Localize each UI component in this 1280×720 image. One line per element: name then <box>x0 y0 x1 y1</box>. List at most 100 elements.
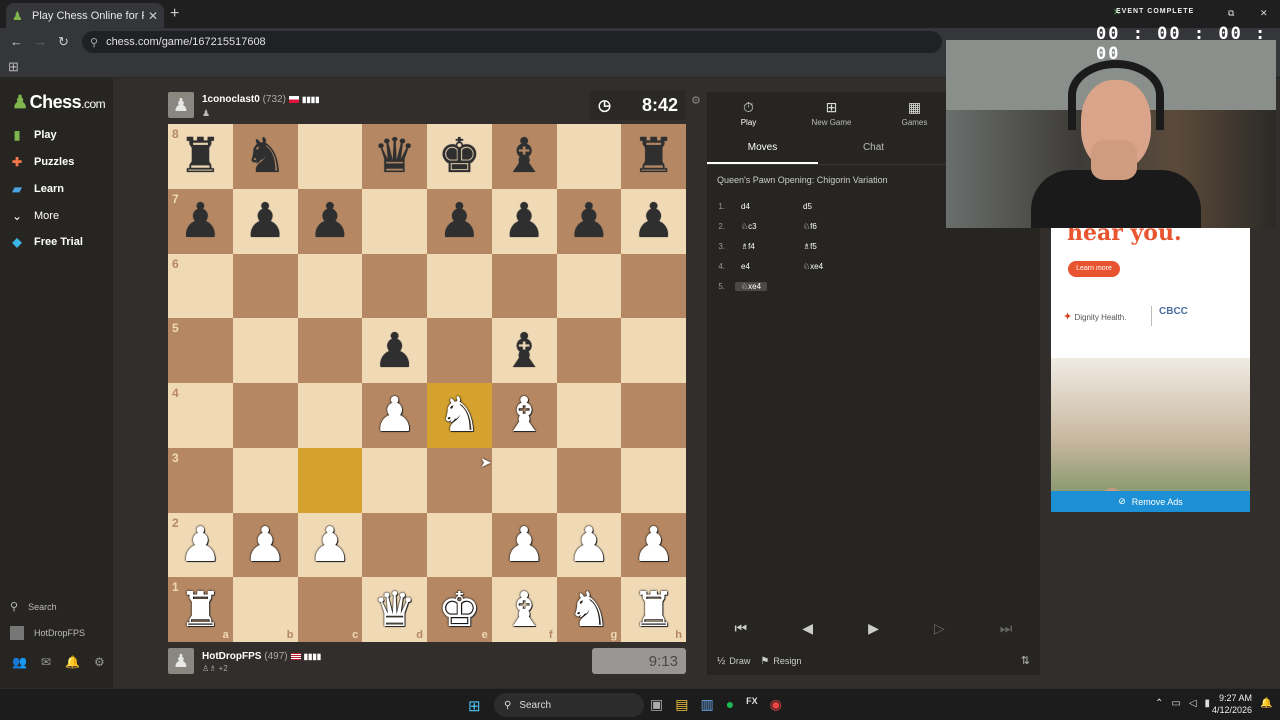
square-g4[interactable] <box>556 383 622 448</box>
black-move[interactable]: ♗f5 <box>797 242 859 251</box>
sidebar-user[interactable]: HotDropFPS <box>10 626 85 640</box>
black-pawn-icon[interactable]: ♟ <box>373 327 416 375</box>
square-e4[interactable]: ♞ <box>427 383 492 448</box>
square-g5[interactable] <box>556 318 622 383</box>
square-f5[interactable]: ♝ <box>491 318 557 383</box>
spotify-icon[interactable]: ● <box>726 696 734 713</box>
square-g1[interactable]: g ♞ <box>556 577 622 642</box>
square-c2[interactable]: ♟ <box>297 512 363 578</box>
square-c4[interactable] <box>297 383 363 448</box>
black-pawn-icon[interactable]: ♟ <box>438 197 481 245</box>
square-f1[interactable]: f ♝ <box>491 577 557 642</box>
battery-icon[interactable]: ▮ <box>1205 698 1211 709</box>
white-bishop-icon[interactable]: ♝ <box>503 586 546 634</box>
square-g6[interactable] <box>556 253 622 319</box>
black-move[interactable]: d5 <box>797 202 859 211</box>
chess-logo[interactable]: ♟ Chess.com <box>12 92 106 113</box>
square-b3[interactable] <box>232 447 298 513</box>
white-move[interactable]: ♘xe4 <box>735 281 767 291</box>
url-field[interactable]: ⚲ chess.com/game/167215517608 <box>82 31 942 53</box>
square-e5[interactable] <box>427 318 492 383</box>
square-a7[interactable]: 7 ♟ <box>168 188 233 254</box>
tab-chat[interactable]: Chat <box>818 137 929 164</box>
square-b4[interactable] <box>232 383 298 448</box>
black-rook-icon[interactable]: ♜ <box>632 132 675 180</box>
white-rook-icon[interactable]: ♜ <box>632 586 675 634</box>
white-pawn-icon[interactable]: ♟ <box>373 391 416 439</box>
white-move[interactable]: d4 <box>735 202 797 211</box>
sidebar-item-puzzles[interactable]: ✚ Puzzles <box>10 155 74 169</box>
square-c5[interactable] <box>297 318 363 383</box>
back-icon[interactable]: ← <box>10 34 23 49</box>
notepad-icon[interactable]: ▥ <box>700 696 713 713</box>
board-settings-gear-icon[interactable]: ⚙ <box>691 94 701 107</box>
square-d6[interactable] <box>362 253 427 319</box>
white-move[interactable]: e4 <box>735 262 797 271</box>
messages-icon[interactable]: ✉ <box>41 655 51 669</box>
taskbar-search[interactable]: ⚲ Search <box>494 693 644 717</box>
apps-grid-icon[interactable]: ⊞ <box>8 59 19 75</box>
black-bishop-icon[interactable]: ♝ <box>503 132 546 180</box>
opponent-name-line[interactable]: 1conoclast0 (732) ▮▮▮▮ <box>202 94 320 105</box>
square-f3[interactable] <box>491 447 557 513</box>
file-explorer-icon[interactable]: ▤ <box>675 696 688 713</box>
square-b5[interactable] <box>232 318 298 383</box>
square-a8[interactable]: 8 ♜ <box>168 124 233 189</box>
black-knight-icon[interactable]: ♞ <box>244 132 287 180</box>
play-moves-icon[interactable]: ▶ <box>868 620 879 637</box>
square-h2[interactable]: ♟ <box>621 512 686 578</box>
square-e8[interactable]: ♚ <box>427 124 492 189</box>
white-rook-icon[interactable]: ♜ <box>179 586 222 634</box>
black-bishop-icon[interactable]: ♝ <box>503 327 546 375</box>
square-d4[interactable]: ♟ <box>362 383 427 448</box>
square-f2[interactable]: ♟ <box>491 512 557 578</box>
black-king-icon[interactable]: ♚ <box>438 132 481 180</box>
square-d3[interactable] <box>362 447 427 513</box>
reload-icon[interactable]: ↻ <box>58 34 69 50</box>
square-f8[interactable]: ♝ <box>491 124 557 189</box>
square-c7[interactable]: ♟ <box>297 188 363 254</box>
site-info-icon[interactable]: ⚲ <box>90 36 98 49</box>
windows-start-icon[interactable]: ⊞ <box>468 697 481 715</box>
white-queen-icon[interactable]: ♛ <box>373 586 416 634</box>
draw-button[interactable]: ½ Draw <box>717 656 750 667</box>
network-icon[interactable]: ▭ <box>1171 698 1180 709</box>
square-h3[interactable] <box>621 447 686 513</box>
square-e6[interactable] <box>427 253 492 319</box>
forward-icon[interactable]: → <box>34 34 47 49</box>
black-pawn-icon[interactable]: ♟ <box>632 197 675 245</box>
square-h4[interactable] <box>621 383 686 448</box>
player-avatar[interactable]: ♟ <box>168 648 194 674</box>
black-move[interactable]: ♘f6 <box>797 222 859 231</box>
square-g2[interactable]: ♟ <box>556 512 622 578</box>
clock-date[interactable]: 9:27 AM 4/12/2026 <box>1212 692 1252 716</box>
chess-board[interactable]: 8 ♜ ♞ ♛ ♚ ♝ ♜ 7 ♟ ♟ ♟ ♟ ♟ ♟ ♟ 6 5 ♟ ♝ 4 ♟ ♞ ♝ 3 2 ♟ ♟ ♟ ♟ ♟ ♟ 1 a ♜ b c d ♛ e ♚… <box>168 124 686 642</box>
square-b2[interactable]: ♟ <box>232 512 298 578</box>
square-h6[interactable] <box>621 253 686 319</box>
black-rook-icon[interactable]: ♜ <box>179 132 222 180</box>
white-pawn-icon[interactable]: ♟ <box>179 521 222 569</box>
tray-chevron-up-icon[interactable]: ⌃ <box>1155 698 1163 709</box>
flip-board-icon[interactable]: ⇅ <box>1021 654 1030 667</box>
black-pawn-icon[interactable]: ♟ <box>308 197 351 245</box>
last-move-icon[interactable]: ⏭ <box>1000 620 1013 637</box>
square-f6[interactable] <box>491 253 557 319</box>
volume-icon[interactable]: ◁ <box>1189 698 1197 709</box>
white-king-icon[interactable]: ♚ <box>438 586 481 634</box>
square-d5[interactable]: ♟ <box>362 318 427 383</box>
sidebar-item-free-trial[interactable]: ◆ Free Trial <box>10 235 83 249</box>
tab-games[interactable]: ▦ Games <box>873 92 956 134</box>
square-c6[interactable] <box>297 253 363 319</box>
sidebar-item-more[interactable]: ⌄ More <box>10 209 59 223</box>
square-c8[interactable] <box>297 124 363 189</box>
hud-fx-icon[interactable]: FX <box>746 696 758 713</box>
square-c1[interactable]: c <box>297 577 363 642</box>
black-pawn-icon[interactable]: ♟ <box>179 197 222 245</box>
square-a6[interactable]: 6 <box>168 253 233 319</box>
square-b8[interactable]: ♞ <box>232 124 298 189</box>
square-a2[interactable]: 2 ♟ <box>168 512 233 578</box>
square-h1[interactable]: h ♜ <box>621 577 686 642</box>
notifications-icon[interactable]: 🔔 <box>65 655 80 669</box>
next-move-icon[interactable]: ▷ <box>934 620 945 637</box>
popout-icon[interactable]: ⧉ <box>1228 8 1234 19</box>
